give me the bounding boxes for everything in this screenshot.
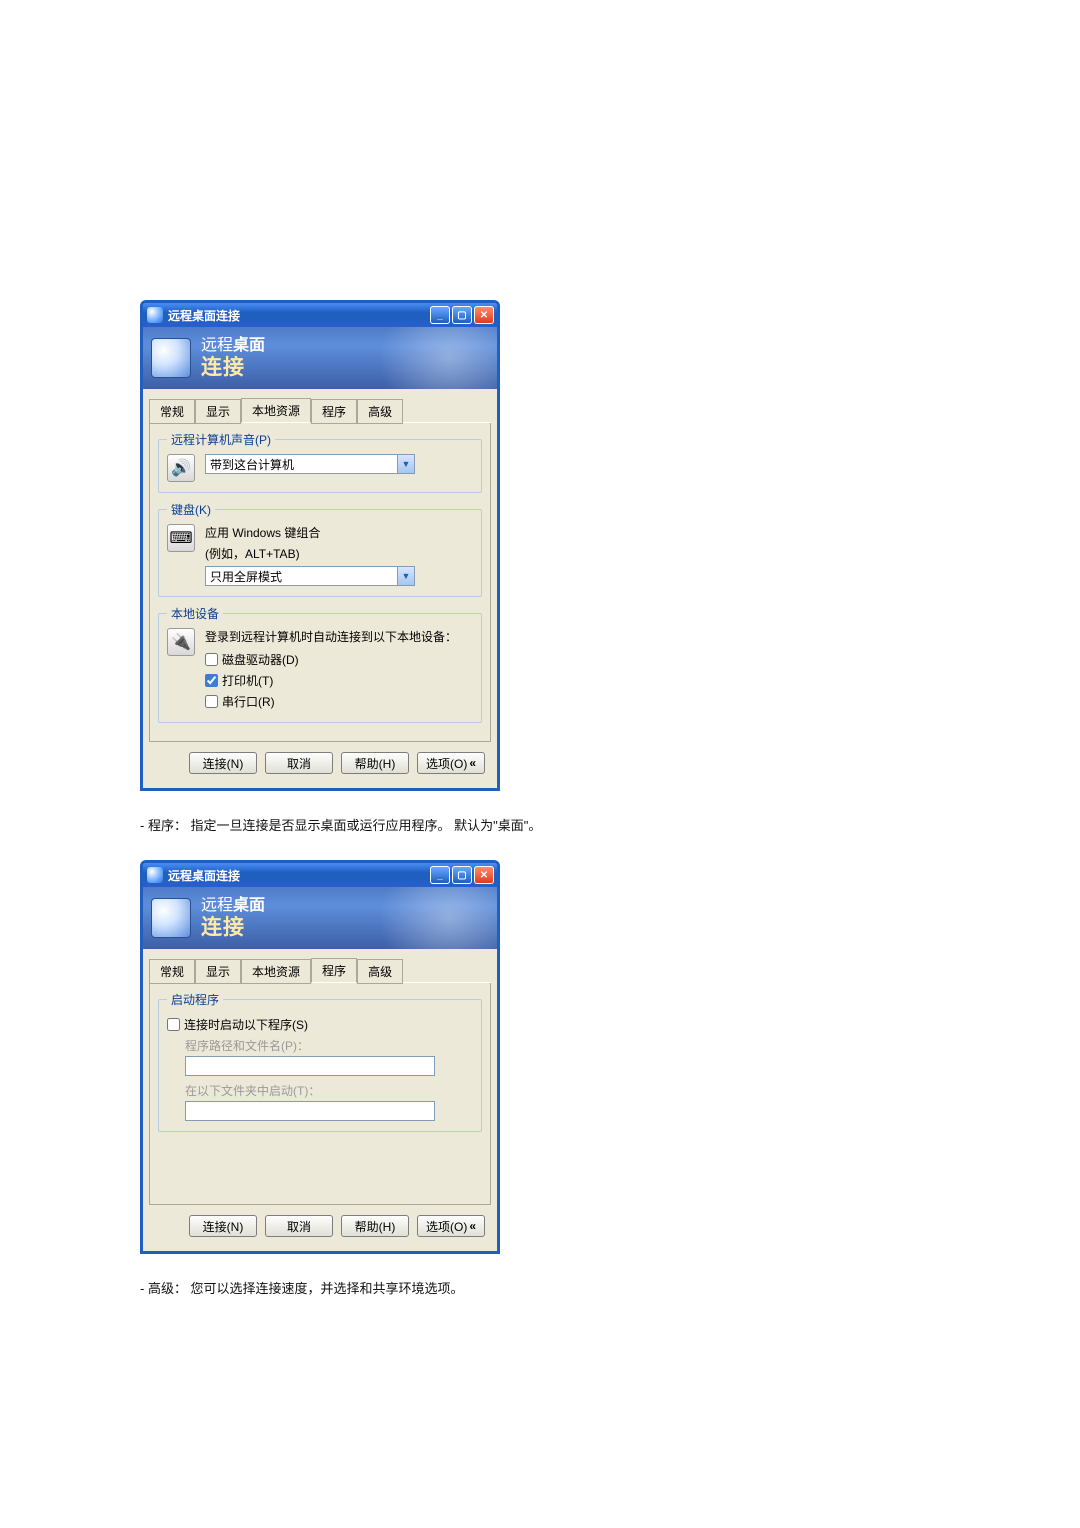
chk-disk-label: 磁盘驱动器(D) xyxy=(222,651,299,668)
legend-start: 启动程序 xyxy=(167,991,223,1008)
cancel-button[interactable]: 取消 xyxy=(265,752,333,774)
chk-printer-input[interactable] xyxy=(205,674,218,687)
chk-printer-label: 打印机(T) xyxy=(222,672,273,689)
banner-line2: 连接 xyxy=(201,915,265,940)
chk-start-program-input[interactable] xyxy=(167,1018,180,1031)
minimize-button[interactable]: _ xyxy=(430,306,450,324)
input-program-path[interactable] xyxy=(185,1056,435,1076)
banner-line1b: 桌面 xyxy=(233,897,265,914)
group-start-program: 启动程序 连接时启动以下程序(S) 程序路径和文件名(P)： 在以下文件夹中启动… xyxy=(158,991,482,1132)
chk-disk-input[interactable] xyxy=(205,653,218,666)
maximize-button[interactable]: ▢ xyxy=(452,306,472,324)
tabstrip: 常规 显示 本地资源 程序 高级 xyxy=(149,397,491,423)
keyboard-icon xyxy=(167,524,195,552)
chevron-down-icon: ▼ xyxy=(397,567,414,585)
plug-icon xyxy=(167,628,195,656)
legend-keyboard: 键盘(K) xyxy=(167,501,215,518)
banner-line1a: 远程 xyxy=(201,897,233,914)
cancel-button[interactable]: 取消 xyxy=(265,1215,333,1237)
tab-general[interactable]: 常规 xyxy=(149,959,195,984)
maximize-button[interactable]: ▢ xyxy=(452,866,472,884)
sound-combo-value: 带到这台计算机 xyxy=(206,456,397,473)
options-button[interactable]: 选项(O) xyxy=(417,1215,485,1237)
computer-icon xyxy=(151,898,191,938)
tab-body: 远程计算机声音(P) 带到这台计算机 ▼ 键盘(K) 应用 Windows 键组… xyxy=(149,423,491,742)
chk-serial[interactable]: 串行口(R) xyxy=(205,693,457,710)
devices-intro: 登录到远程计算机时自动连接到以下本地设备： xyxy=(205,628,457,645)
tab-local-resources[interactable]: 本地资源 xyxy=(241,959,311,984)
tab-display[interactable]: 显示 xyxy=(195,959,241,984)
help-button[interactable]: 帮助(H) xyxy=(341,1215,409,1237)
banner-line2: 连接 xyxy=(201,355,265,380)
group-local-devices: 本地设备 登录到远程计算机时自动连接到以下本地设备： 磁盘驱动器(D) 打印机(… xyxy=(158,605,482,723)
banner-line1a: 远程 xyxy=(201,337,233,354)
legend-sound: 远程计算机声音(P) xyxy=(167,431,275,448)
titlebar[interactable]: 远程桌面连接 _ ▢ ✕ xyxy=(143,303,497,327)
banner: 远程桌面 连接 xyxy=(143,327,497,389)
button-row: 连接(N) 取消 帮助(H) 选项(O) xyxy=(149,1205,491,1237)
tab-advanced[interactable]: 高级 xyxy=(357,959,403,984)
window-title: 远程桌面连接 xyxy=(168,867,240,884)
doc-line-programs: - 程序： 指定一旦连接是否显示桌面或运行应用程序。 默认为"桌面"。 xyxy=(140,815,940,834)
rdc-window-programs: 远程桌面连接 _ ▢ ✕ 远程桌面 连接 常规 显示 本地资源 程序 高级 启动… xyxy=(140,860,500,1254)
close-button[interactable]: ✕ xyxy=(474,866,494,884)
legend-devices: 本地设备 xyxy=(167,605,223,622)
tabstrip: 常规 显示 本地资源 程序 高级 xyxy=(149,957,491,983)
input-start-folder[interactable] xyxy=(185,1101,435,1121)
help-button[interactable]: 帮助(H) xyxy=(341,752,409,774)
tab-display[interactable]: 显示 xyxy=(195,399,241,424)
options-button[interactable]: 选项(O) xyxy=(417,752,485,774)
minimize-button[interactable]: _ xyxy=(430,866,450,884)
chk-start-program[interactable]: 连接时启动以下程序(S) xyxy=(167,1016,473,1033)
connect-button[interactable]: 连接(N) xyxy=(189,1215,257,1237)
tab-advanced[interactable]: 高级 xyxy=(357,399,403,424)
tab-programs[interactable]: 程序 xyxy=(311,399,357,424)
keyboard-desc2: (例如，ALT+TAB) xyxy=(205,545,415,562)
speaker-icon xyxy=(167,454,195,482)
group-remote-sound: 远程计算机声音(P) 带到这台计算机 ▼ xyxy=(158,431,482,493)
chk-printer[interactable]: 打印机(T) xyxy=(205,672,457,689)
sound-combo[interactable]: 带到这台计算机 ▼ xyxy=(205,454,415,474)
chk-start-program-label: 连接时启动以下程序(S) xyxy=(184,1016,308,1033)
connect-button[interactable]: 连接(N) xyxy=(189,752,257,774)
computer-icon xyxy=(151,338,191,378)
close-button[interactable]: ✕ xyxy=(474,306,494,324)
app-icon xyxy=(147,307,163,323)
banner-line1b: 桌面 xyxy=(233,337,265,354)
chk-serial-label: 串行口(R) xyxy=(222,693,275,710)
label-start-folder: 在以下文件夹中启动(T)： xyxy=(185,1082,473,1099)
chevron-down-icon: ▼ xyxy=(397,455,414,473)
keyboard-combo[interactable]: 只用全屏模式 ▼ xyxy=(205,566,415,586)
button-row: 连接(N) 取消 帮助(H) 选项(O) xyxy=(149,742,491,774)
keyboard-combo-value: 只用全屏模式 xyxy=(206,568,397,585)
group-keyboard: 键盘(K) 应用 Windows 键组合 (例如，ALT+TAB) 只用全屏模式… xyxy=(158,501,482,597)
doc-line-advanced: - 高级： 您可以选择连接速度，并选择和共享环境选项。 xyxy=(140,1278,940,1297)
tab-general[interactable]: 常规 xyxy=(149,399,195,424)
titlebar[interactable]: 远程桌面连接 _ ▢ ✕ xyxy=(143,863,497,887)
window-title: 远程桌面连接 xyxy=(168,307,240,324)
keyboard-desc1: 应用 Windows 键组合 xyxy=(205,524,415,541)
chk-serial-input[interactable] xyxy=(205,695,218,708)
banner: 远程桌面 连接 xyxy=(143,887,497,949)
rdc-window-local: 远程桌面连接 _ ▢ ✕ 远程桌面 连接 常规 显示 本地资源 程序 高级 远程… xyxy=(140,300,500,791)
tab-body: 启动程序 连接时启动以下程序(S) 程序路径和文件名(P)： 在以下文件夹中启动… xyxy=(149,983,491,1205)
tab-local-resources[interactable]: 本地资源 xyxy=(241,398,311,423)
tab-programs[interactable]: 程序 xyxy=(311,958,357,983)
chk-disk[interactable]: 磁盘驱动器(D) xyxy=(205,651,457,668)
app-icon xyxy=(147,867,163,883)
label-program-path: 程序路径和文件名(P)： xyxy=(185,1037,473,1054)
